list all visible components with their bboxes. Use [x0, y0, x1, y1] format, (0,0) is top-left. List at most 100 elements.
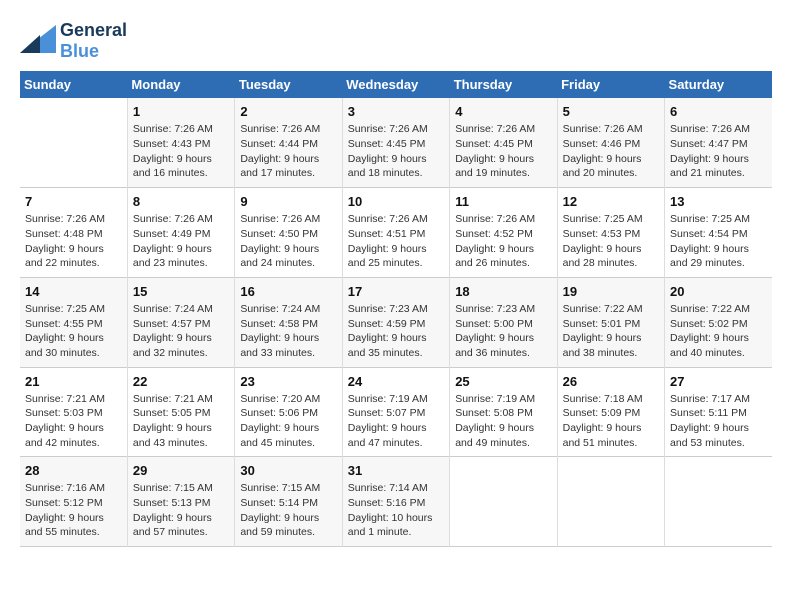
day-number: 16: [240, 284, 336, 299]
day-detail: Sunrise: 7:26 AMSunset: 4:46 PMDaylight:…: [563, 122, 659, 181]
day-detail: Sunrise: 7:26 AMSunset: 4:45 PMDaylight:…: [455, 122, 551, 181]
day-number: 24: [348, 374, 444, 389]
day-detail: Sunrise: 7:26 AMSunset: 4:47 PMDaylight:…: [670, 122, 767, 181]
calendar-cell: 11 Sunrise: 7:26 AMSunset: 4:52 PMDayligh…: [450, 188, 557, 278]
day-detail: Sunrise: 7:21 AMSunset: 5:05 PMDaylight:…: [133, 392, 229, 451]
calendar-cell: 4 Sunrise: 7:26 AMSunset: 4:45 PMDaylight…: [450, 98, 557, 187]
calendar-cell: 18 Sunrise: 7:23 AMSunset: 5:00 PMDayligh…: [450, 277, 557, 367]
calendar-cell: 9 Sunrise: 7:26 AMSunset: 4:50 PMDaylight…: [235, 188, 342, 278]
day-detail: Sunrise: 7:25 AMSunset: 4:55 PMDaylight:…: [25, 302, 122, 361]
calendar-cell: 26 Sunrise: 7:18 AMSunset: 5:09 PMDayligh…: [557, 367, 664, 457]
day-number: 3: [348, 104, 444, 119]
weekday-header-friday: Friday: [557, 71, 664, 98]
day-detail: Sunrise: 7:19 AMSunset: 5:07 PMDaylight:…: [348, 392, 444, 451]
calendar-cell: 27 Sunrise: 7:17 AMSunset: 5:11 PMDayligh…: [665, 367, 772, 457]
day-detail: Sunrise: 7:14 AMSunset: 5:16 PMDaylight:…: [348, 481, 444, 540]
calendar-cell: 30 Sunrise: 7:15 AMSunset: 5:14 PMDayligh…: [235, 457, 342, 547]
calendar-cell: 5 Sunrise: 7:26 AMSunset: 4:46 PMDaylight…: [557, 98, 664, 187]
calendar-cell: 24 Sunrise: 7:19 AMSunset: 5:07 PMDayligh…: [342, 367, 449, 457]
day-number: 30: [240, 463, 336, 478]
day-detail: Sunrise: 7:20 AMSunset: 5:06 PMDaylight:…: [240, 392, 336, 451]
day-detail: Sunrise: 7:17 AMSunset: 5:11 PMDaylight:…: [670, 392, 767, 451]
day-detail: Sunrise: 7:25 AMSunset: 4:54 PMDaylight:…: [670, 212, 767, 271]
day-number: 22: [133, 374, 229, 389]
day-detail: Sunrise: 7:15 AMSunset: 5:14 PMDaylight:…: [240, 481, 336, 540]
day-number: 21: [25, 374, 122, 389]
calendar-cell: 8 Sunrise: 7:26 AMSunset: 4:49 PMDaylight…: [127, 188, 234, 278]
calendar-cell: [665, 457, 772, 547]
day-detail: Sunrise: 7:23 AMSunset: 4:59 PMDaylight:…: [348, 302, 444, 361]
calendar-cell: [20, 98, 127, 187]
day-number: 29: [133, 463, 229, 478]
day-detail: Sunrise: 7:22 AMSunset: 5:02 PMDaylight:…: [670, 302, 767, 361]
logo: General Blue: [20, 20, 127, 61]
calendar-table: SundayMondayTuesdayWednesdayThursdayFrid…: [20, 71, 772, 547]
day-number: 19: [563, 284, 659, 299]
weekday-header-thursday: Thursday: [450, 71, 557, 98]
day-number: 13: [670, 194, 767, 209]
day-number: 14: [25, 284, 122, 299]
day-detail: Sunrise: 7:25 AMSunset: 4:53 PMDaylight:…: [563, 212, 659, 271]
calendar-week-row: 1Sunrise: 7:26 AMSunset: 4:43 PMDaylight…: [20, 98, 772, 187]
day-number: 18: [455, 284, 551, 299]
calendar-cell: 29 Sunrise: 7:15 AMSunset: 5:13 PMDayligh…: [127, 457, 234, 547]
calendar-cell: 20 Sunrise: 7:22 AMSunset: 5:02 PMDayligh…: [665, 277, 772, 367]
day-detail: Sunrise: 7:26 AMSunset: 4:44 PMDaylight:…: [240, 122, 336, 181]
weekday-header-saturday: Saturday: [665, 71, 772, 98]
page-header: General Blue: [20, 20, 772, 61]
calendar-cell: 22 Sunrise: 7:21 AMSunset: 5:05 PMDayligh…: [127, 367, 234, 457]
calendar-week-row: 28 Sunrise: 7:16 AMSunset: 5:12 PMDayligh…: [20, 457, 772, 547]
calendar-cell: 10Sunrise: 7:26 AMSunset: 4:51 PMDayligh…: [342, 188, 449, 278]
calendar-cell: 17 Sunrise: 7:23 AMSunset: 4:59 PMDayligh…: [342, 277, 449, 367]
day-detail: Sunrise: 7:26 AMSunset: 4:50 PMDaylight:…: [240, 212, 336, 271]
weekday-header-monday: Monday: [127, 71, 234, 98]
day-detail: Sunrise: 7:21 AMSunset: 5:03 PMDaylight:…: [25, 392, 122, 451]
day-detail: Sunrise: 7:24 AMSunset: 4:58 PMDaylight:…: [240, 302, 336, 361]
day-detail: Sunrise: 7:19 AMSunset: 5:08 PMDaylight:…: [455, 392, 551, 451]
day-number: 6: [670, 104, 767, 119]
day-detail: Sunrise: 7:23 AMSunset: 5:00 PMDaylight:…: [455, 302, 551, 361]
calendar-cell: 31 Sunrise: 7:14 AMSunset: 5:16 PMDayligh…: [342, 457, 449, 547]
day-number: 23: [240, 374, 336, 389]
day-number: 31: [348, 463, 444, 478]
logo-text: General Blue: [60, 20, 127, 61]
weekday-header-sunday: Sunday: [20, 71, 127, 98]
calendar-cell: 21 Sunrise: 7:21 AMSunset: 5:03 PMDayligh…: [20, 367, 127, 457]
calendar-cell: 1Sunrise: 7:26 AMSunset: 4:43 PMDaylight…: [127, 98, 234, 187]
calendar-cell: 16 Sunrise: 7:24 AMSunset: 4:58 PMDayligh…: [235, 277, 342, 367]
calendar-cell: 23 Sunrise: 7:20 AMSunset: 5:06 PMDayligh…: [235, 367, 342, 457]
day-number: 27: [670, 374, 767, 389]
day-detail: Sunrise: 7:26 AMSunset: 4:52 PMDaylight:…: [455, 212, 551, 271]
calendar-cell: [557, 457, 664, 547]
calendar-cell: 15Sunrise: 7:24 AMSunset: 4:57 PMDayligh…: [127, 277, 234, 367]
day-number: 4: [455, 104, 551, 119]
day-number: 5: [563, 104, 659, 119]
day-detail: Sunrise: 7:16 AMSunset: 5:12 PMDaylight:…: [25, 481, 122, 540]
day-number: 9: [240, 194, 336, 209]
day-detail: Sunrise: 7:26 AMSunset: 4:49 PMDaylight:…: [133, 212, 229, 271]
day-number: 11: [455, 194, 551, 209]
day-number: 20: [670, 284, 767, 299]
calendar-week-row: 14 Sunrise: 7:25 AMSunset: 4:55 PMDayligh…: [20, 277, 772, 367]
calendar-cell: 6 Sunrise: 7:26 AMSunset: 4:47 PMDaylight…: [665, 98, 772, 187]
day-number: 2: [240, 104, 336, 119]
day-number: 25: [455, 374, 551, 389]
logo-icon: [20, 25, 56, 53]
day-number: 8: [133, 194, 229, 209]
day-detail: Sunrise: 7:18 AMSunset: 5:09 PMDaylight:…: [563, 392, 659, 451]
day-number: 17: [348, 284, 444, 299]
day-detail: Sunrise: 7:26 AMSunset: 4:48 PMDaylight:…: [25, 212, 122, 271]
weekday-header-tuesday: Tuesday: [235, 71, 342, 98]
day-number: 15: [133, 284, 229, 299]
calendar-cell: [450, 457, 557, 547]
calendar-cell: 25 Sunrise: 7:19 AMSunset: 5:08 PMDayligh…: [450, 367, 557, 457]
day-number: 28: [25, 463, 122, 478]
day-number: 26: [563, 374, 659, 389]
day-detail: Sunrise: 7:26 AMSunset: 4:51 PMDaylight:…: [348, 212, 444, 271]
day-detail: Sunrise: 7:26 AMSunset: 4:43 PMDaylight:…: [133, 122, 229, 181]
calendar-cell: 28 Sunrise: 7:16 AMSunset: 5:12 PMDayligh…: [20, 457, 127, 547]
calendar-cell: 13 Sunrise: 7:25 AMSunset: 4:54 PMDayligh…: [665, 188, 772, 278]
weekday-header-wednesday: Wednesday: [342, 71, 449, 98]
day-detail: Sunrise: 7:22 AMSunset: 5:01 PMDaylight:…: [563, 302, 659, 361]
day-detail: Sunrise: 7:15 AMSunset: 5:13 PMDaylight:…: [133, 481, 229, 540]
